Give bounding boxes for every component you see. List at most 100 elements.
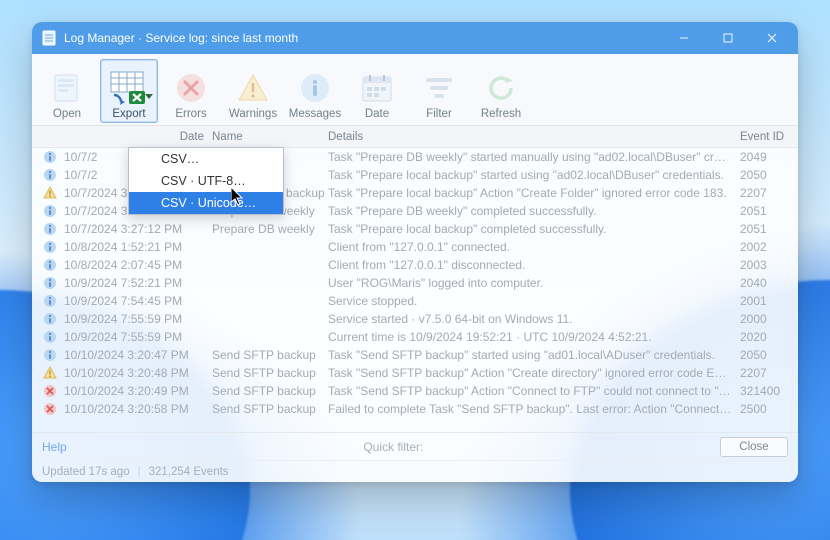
- table-row[interactable]: 10/9/2024 7:55:59 PM Service started · v7…: [32, 310, 798, 328]
- table-row[interactable]: 10/10/2024 3:20:49 PMSend SFTP backupTas…: [32, 382, 798, 400]
- row-status-icon: [36, 276, 64, 290]
- row-status-icon: [36, 186, 64, 200]
- close-button[interactable]: Close: [720, 437, 788, 457]
- close-window-button[interactable]: [750, 22, 794, 54]
- row-event-id: 2051: [740, 204, 798, 218]
- row-event-id: 2207: [740, 186, 798, 200]
- filter-button[interactable]: Filter: [410, 59, 468, 123]
- table-row[interactable]: 10/10/2024 3:20:47 PMSend SFTP backupTas…: [32, 346, 798, 364]
- row-status-icon: [36, 168, 64, 182]
- row-details: Task "Send SFTP backup" Action "Connect …: [328, 384, 740, 398]
- row-status-icon: [36, 330, 64, 344]
- messages-label: Messages: [289, 108, 341, 120]
- refresh-icon: [481, 70, 521, 106]
- warnings-label: Warnings: [229, 108, 277, 120]
- ribbon-toolbar: Open Export Errors: [32, 54, 798, 126]
- chevron-down-icon: [145, 94, 153, 99]
- row-status-icon: [36, 222, 64, 236]
- row-event-id: 2050: [740, 168, 798, 182]
- column-name[interactable]: Name: [212, 131, 328, 143]
- row-name: Send SFTP backup: [212, 348, 328, 362]
- table-row[interactable]: 10/10/2024 3:20:58 PMSend SFTP backupFai…: [32, 400, 798, 418]
- titlebar: Log Manager · Service log: since last mo…: [32, 22, 798, 54]
- export-csv[interactable]: CSV…: [129, 148, 283, 170]
- table-row[interactable]: 10/7/2024 3:27:12 PMPrepare DB weeklyTas…: [32, 220, 798, 238]
- open-icon: [47, 70, 87, 106]
- row-details: Client from "127.0.0.1" connected.: [328, 240, 740, 254]
- date-icon: [357, 70, 397, 106]
- row-details: Task "Prepare DB weekly" started manuall…: [328, 150, 740, 164]
- open-button[interactable]: Open: [38, 59, 96, 123]
- warnings-button[interactable]: Warnings: [224, 59, 282, 123]
- open-label: Open: [53, 108, 81, 120]
- row-date: 10/8/2024 2:07:45 PM: [64, 258, 212, 272]
- row-details: Service stopped.: [328, 294, 740, 308]
- table-row[interactable]: 10/10/2024 3:20:48 PMSend SFTP backupTas…: [32, 364, 798, 382]
- row-details: Current time is 10/9/2024 19:52:21 · UTC…: [328, 330, 740, 344]
- row-event-id: 2003: [740, 258, 798, 272]
- table-row[interactable]: 10/8/2024 2:07:45 PM Client from "127.0.0…: [32, 256, 798, 274]
- app-icon: [42, 30, 56, 46]
- export-menu: CSV… CSV · UTF-8… CSV · Unicode…: [128, 147, 284, 215]
- row-details: Service started · v7.5.0 64-bit on Windo…: [328, 312, 740, 326]
- table-row[interactable]: 10/9/2024 7:52:21 PM User "ROG\Maris" log…: [32, 274, 798, 292]
- row-status-icon: [36, 384, 64, 398]
- table-row[interactable]: 10/9/2024 7:54:45 PM Service stopped.2001: [32, 292, 798, 310]
- mouse-cursor: [231, 187, 245, 212]
- row-details: Task "Prepare DB weekly" completed succe…: [328, 204, 740, 218]
- row-date: 10/10/2024 3:20:49 PM: [64, 384, 212, 398]
- maximize-button[interactable]: [706, 22, 750, 54]
- row-details: Task "Send SFTP backup" started using "a…: [328, 348, 740, 362]
- row-date: 10/10/2024 3:20:58 PM: [64, 402, 212, 416]
- row-date: 10/7/2024 3:27:12 PM: [64, 222, 212, 236]
- status-bar: Updated 17s ago | 321,254 Events: [32, 460, 798, 482]
- row-details: User "ROG\Maris" logged into computer.: [328, 276, 740, 290]
- export-label: Export: [112, 108, 145, 120]
- row-details: Failed to complete Task "Send SFTP backu…: [328, 402, 740, 416]
- column-event-id[interactable]: Event ID: [740, 131, 798, 143]
- row-date: 10/9/2024 7:55:59 PM: [64, 312, 212, 326]
- table-header: Date Name Details Event ID: [32, 126, 798, 148]
- row-event-id: 2001: [740, 294, 798, 308]
- table-row[interactable]: 10/9/2024 7:55:59 PMCurrent time is 10/9…: [32, 328, 798, 346]
- refresh-button[interactable]: Refresh: [472, 59, 530, 123]
- errors-icon: [171, 70, 211, 106]
- row-event-id: 2050: [740, 348, 798, 362]
- row-date: 10/9/2024 7:54:45 PM: [64, 294, 212, 308]
- quick-filter-label[interactable]: Quick filter:: [87, 440, 700, 454]
- row-details: Client from "127.0.0.1" disconnected.: [328, 258, 740, 272]
- export-icon: [109, 70, 149, 106]
- app-window: Log Manager · Service log: since last mo…: [32, 22, 798, 482]
- window-title: Log Manager · Service log: since last mo…: [64, 31, 298, 45]
- row-status-icon: [36, 204, 64, 218]
- row-event-id: 2020: [740, 330, 798, 344]
- export-button[interactable]: Export: [100, 59, 158, 123]
- row-event-id: 321400: [740, 384, 798, 398]
- export-csv-utf8[interactable]: CSV · UTF-8…: [129, 170, 283, 192]
- row-date: 10/8/2024 1:52:21 PM: [64, 240, 212, 254]
- row-details: Task "Prepare local backup" started usin…: [328, 168, 740, 182]
- footer-bar: Help Quick filter: Close: [32, 432, 798, 460]
- row-status-icon: [36, 258, 64, 272]
- row-details: Task "Send SFTP backup" Action "Create d…: [328, 366, 740, 380]
- status-count: 321,254 Events: [149, 466, 229, 478]
- column-date[interactable]: Date: [64, 131, 212, 143]
- errors-button[interactable]: Errors: [162, 59, 220, 123]
- row-event-id: 2049: [740, 150, 798, 164]
- row-name: Send SFTP backup: [212, 402, 328, 416]
- warnings-icon: [233, 70, 273, 106]
- export-csv-unicode[interactable]: CSV · Unicode…: [129, 192, 283, 214]
- row-details: Task "Prepare local backup" Action "Crea…: [328, 186, 740, 200]
- messages-button[interactable]: Messages: [286, 59, 344, 123]
- row-event-id: 2051: [740, 222, 798, 236]
- help-link[interactable]: Help: [42, 440, 67, 454]
- column-details[interactable]: Details: [328, 131, 740, 143]
- row-date: 10/9/2024 7:52:21 PM: [64, 276, 212, 290]
- minimize-button[interactable]: [662, 22, 706, 54]
- date-button[interactable]: Date: [348, 59, 406, 123]
- row-event-id: 2000: [740, 312, 798, 326]
- row-name: Send SFTP backup: [212, 366, 328, 380]
- refresh-label: Refresh: [481, 108, 521, 120]
- row-event-id: 2207: [740, 366, 798, 380]
- table-row[interactable]: 10/8/2024 1:52:21 PM Client from "127.0.0…: [32, 238, 798, 256]
